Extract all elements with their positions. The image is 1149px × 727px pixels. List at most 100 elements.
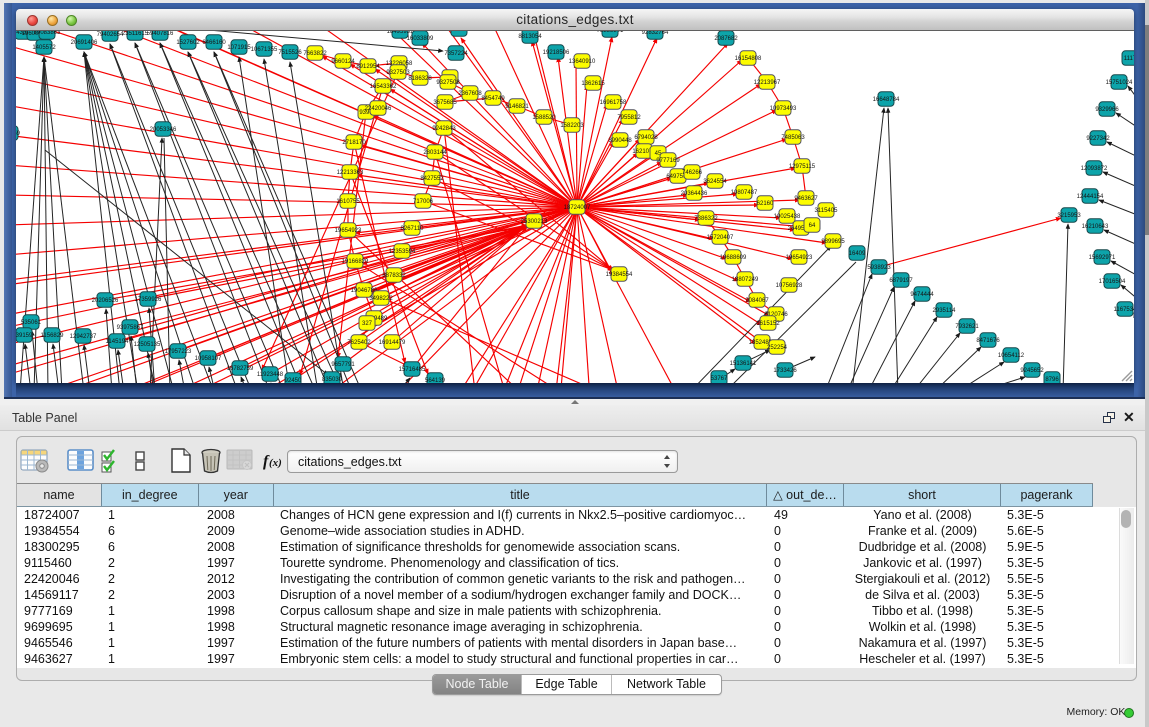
svg-text:746266: 746266 [682, 170, 703, 176]
svg-text:16543362: 16543362 [370, 84, 397, 90]
svg-text:64: 64 [809, 223, 816, 229]
svg-text:18495931: 18495931 [387, 31, 414, 35]
svg-text:1610755: 1610755 [336, 199, 360, 205]
svg-text:8186328: 8186328 [408, 76, 432, 82]
svg-text:8267110: 8267110 [401, 226, 425, 232]
svg-text:12942737: 12942737 [70, 334, 97, 340]
svg-text:9657791: 9657791 [331, 362, 355, 368]
svg-text:564139: 564139 [425, 378, 446, 383]
svg-text:92832764: 92832764 [642, 31, 669, 36]
svg-text:12093872: 12093872 [1081, 166, 1108, 172]
svg-text:20691406: 20691406 [71, 40, 98, 46]
svg-text:7357224: 7357224 [444, 51, 468, 57]
svg-text:8427552: 8427552 [420, 176, 444, 182]
svg-text:7515526: 7515526 [278, 50, 302, 56]
svg-text:8454749: 8454749 [481, 96, 505, 102]
svg-text:9899695: 9899695 [821, 239, 845, 245]
svg-text:18807249: 18807249 [732, 277, 759, 283]
svg-text:9660124: 9660124 [331, 59, 355, 65]
svg-text:8471676: 8471676 [976, 338, 1000, 344]
svg-text:19218506: 19218506 [543, 50, 570, 56]
svg-text:15720407: 15720407 [707, 235, 734, 241]
svg-text:7625402: 7625402 [347, 340, 371, 346]
svg-text:19384554: 19384554 [606, 272, 633, 278]
svg-text:10973493: 10973493 [770, 106, 797, 112]
svg-text:17016504: 17016504 [1099, 279, 1126, 285]
svg-text:93975867: 93975867 [117, 325, 144, 331]
svg-text:535061: 535061 [21, 320, 42, 326]
svg-text:59407816: 59407816 [147, 31, 174, 37]
svg-text:3675685: 3675685 [433, 100, 457, 106]
svg-text:1362615: 1362615 [581, 81, 605, 87]
svg-text:16782759: 16782759 [227, 366, 254, 372]
svg-text:8796: 8796 [1045, 377, 1059, 383]
svg-text:9329966: 9329966 [1095, 107, 1119, 113]
svg-text:9242843: 9242843 [432, 126, 456, 132]
svg-text:19654923: 19654923 [786, 255, 813, 261]
svg-text:3498222: 3498222 [369, 296, 393, 302]
svg-text:1588520: 1588520 [532, 115, 556, 121]
svg-text:2718170: 2718170 [342, 140, 366, 146]
svg-text:6879197: 6879197 [889, 278, 913, 284]
svg-text:7485063: 7485063 [781, 135, 805, 141]
svg-text:1145194: 1145194 [106, 339, 130, 345]
svg-text:16154808: 16154808 [735, 56, 762, 62]
svg-text:10025438: 10025438 [774, 214, 801, 220]
svg-text:13640910: 13640910 [569, 59, 596, 65]
svg-text:25300213: 25300213 [521, 219, 548, 225]
svg-text:16033809: 16033809 [407, 36, 434, 42]
svg-text:2803144: 2803144 [423, 150, 447, 156]
svg-text:9777169: 9777169 [656, 158, 680, 164]
svg-text:12975115: 12975115 [789, 164, 816, 170]
svg-text:2367608: 2367608 [458, 91, 482, 97]
svg-text:03413164: 03413164 [446, 31, 473, 33]
svg-text:18724007: 18724007 [564, 205, 591, 211]
svg-text:717006: 717006 [413, 199, 434, 205]
svg-text:19654923: 19654923 [335, 228, 362, 234]
svg-text:9474444: 9474444 [910, 292, 934, 298]
svg-text:2087682: 2087682 [714, 36, 738, 42]
svg-text:1167534: 1167534 [1114, 307, 1134, 313]
svg-text:92450: 92450 [285, 378, 302, 383]
svg-text:10958107: 10958107 [195, 356, 222, 362]
svg-text:12353594: 12353594 [389, 249, 416, 255]
svg-text:252254: 252254 [767, 345, 788, 351]
svg-text:9146821: 9146821 [505, 104, 529, 110]
svg-text:15716485: 15716485 [399, 367, 426, 373]
svg-text:3624554: 3624554 [703, 179, 727, 185]
svg-text:20053346: 20053346 [150, 127, 177, 133]
svg-text:22420046: 22420046 [365, 106, 392, 112]
svg-text:7663822: 7663822 [303, 51, 327, 57]
svg-text:12213967: 12213967 [754, 80, 781, 86]
svg-text:3215953: 3215953 [1057, 213, 1081, 219]
svg-text:12213363: 12213363 [337, 170, 364, 176]
svg-text:6794028: 6794028 [634, 135, 658, 141]
svg-text:89083863: 89083863 [34, 31, 61, 36]
svg-text:8912954: 8912954 [356, 64, 380, 70]
svg-text:3115405: 3115405 [815, 208, 839, 214]
svg-text:9327503: 9327503 [386, 70, 410, 76]
svg-text:11923448: 11923448 [257, 372, 284, 378]
svg-text:10756928: 10756928 [776, 283, 803, 289]
svg-text:8990448: 8990448 [608, 138, 632, 144]
svg-text:(x): (x) [269, 457, 282, 469]
svg-text:10807487: 10807487 [731, 190, 758, 196]
svg-text:19166829: 19166829 [342, 259, 369, 265]
svg-text:9227342: 9227342 [1086, 136, 1110, 142]
svg-text:9463627: 9463627 [794, 196, 818, 202]
svg-text:327: 327 [362, 321, 373, 327]
svg-text:7386322: 7386322 [694, 216, 718, 222]
svg-text:835030: 835030 [322, 377, 343, 383]
svg-text:62160: 62160 [757, 201, 774, 207]
svg-text:39159: 39159 [16, 333, 33, 339]
svg-text:15136141: 15136141 [730, 361, 757, 367]
svg-text:7932621: 7932621 [955, 324, 979, 330]
svg-text:12444154: 12444154 [1077, 194, 1104, 200]
svg-text:10688609: 10688609 [720, 255, 747, 261]
svg-text:16961758: 16961758 [600, 100, 627, 106]
svg-text:16914479: 16914479 [379, 340, 406, 346]
svg-text:16409: 16409 [849, 251, 866, 257]
svg-text:1117: 1117 [1124, 56, 1134, 62]
svg-text:1071915: 1071915 [227, 45, 251, 51]
svg-text:8878332: 8878332 [382, 273, 406, 279]
